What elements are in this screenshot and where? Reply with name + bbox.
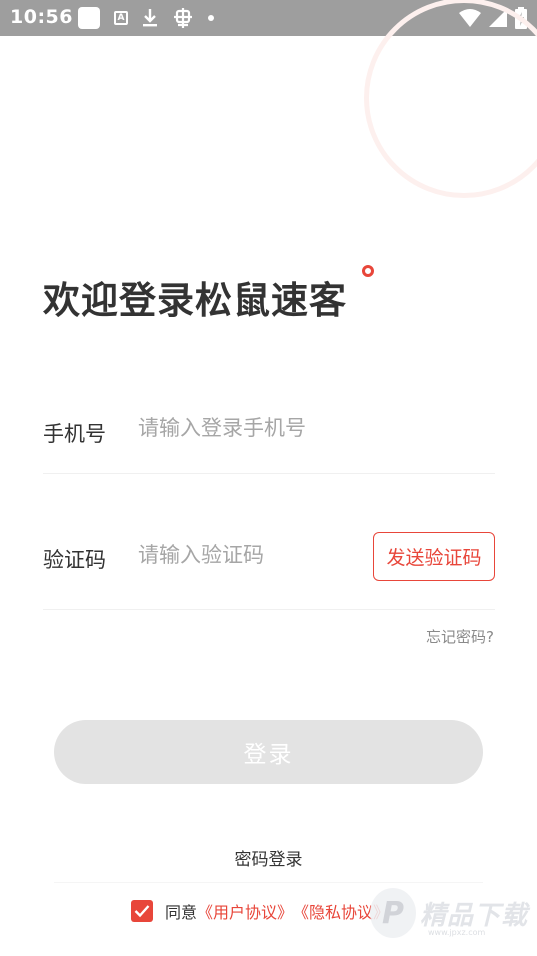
download-icon xyxy=(143,9,157,27)
phone-divider xyxy=(43,473,495,474)
watermark-url: www.jpxz.com xyxy=(428,928,486,937)
status-time: 10:56 xyxy=(10,6,73,28)
a-icon: A xyxy=(114,11,128,25)
status-notification-icons: A xyxy=(78,7,214,29)
login-screen: 10:56 A 欢迎登录松鼠速客 手机号 请输入登录手机号 验证码 请输入验证码… xyxy=(0,0,537,956)
agree-checkbox[interactable] xyxy=(131,900,153,922)
decorative-ring xyxy=(364,0,537,198)
bug-icon xyxy=(174,8,192,28)
phone-label: 手机号 xyxy=(43,422,106,446)
phone-field-row: 手机号 xyxy=(43,410,495,474)
code-divider xyxy=(43,609,495,610)
forgot-password-link[interactable]: 忘记密码? xyxy=(426,626,494,647)
agree-prefix: 同意 xyxy=(165,903,198,922)
app-square-icon xyxy=(78,7,100,29)
password-login-link[interactable]: 密码登录 xyxy=(0,845,537,870)
code-input[interactable] xyxy=(138,543,368,567)
user-agreement-link[interactable]: 《用户协议》 xyxy=(197,899,293,923)
dot-icon xyxy=(208,15,214,21)
decorative-dot-icon xyxy=(362,265,374,277)
bottom-divider xyxy=(54,882,483,883)
code-field-row: 验证码 发送验证码 xyxy=(43,532,495,610)
phone-input[interactable] xyxy=(138,416,368,440)
send-code-button[interactable]: 发送验证码 xyxy=(373,532,495,581)
checkmark-icon xyxy=(134,905,150,918)
watermark-text: 精品下载 xyxy=(420,900,529,931)
code-label: 验证码 xyxy=(43,548,106,572)
page-title: 欢迎登录松鼠速客 xyxy=(43,279,347,322)
agreement-row: 同意 《用户协议》 《隐私协议》 xyxy=(131,899,389,923)
login-button[interactable]: 登录 xyxy=(54,720,483,784)
watermark: P 精品下载 www.jpxz.com xyxy=(370,888,528,938)
watermark-logo: P xyxy=(370,888,416,938)
